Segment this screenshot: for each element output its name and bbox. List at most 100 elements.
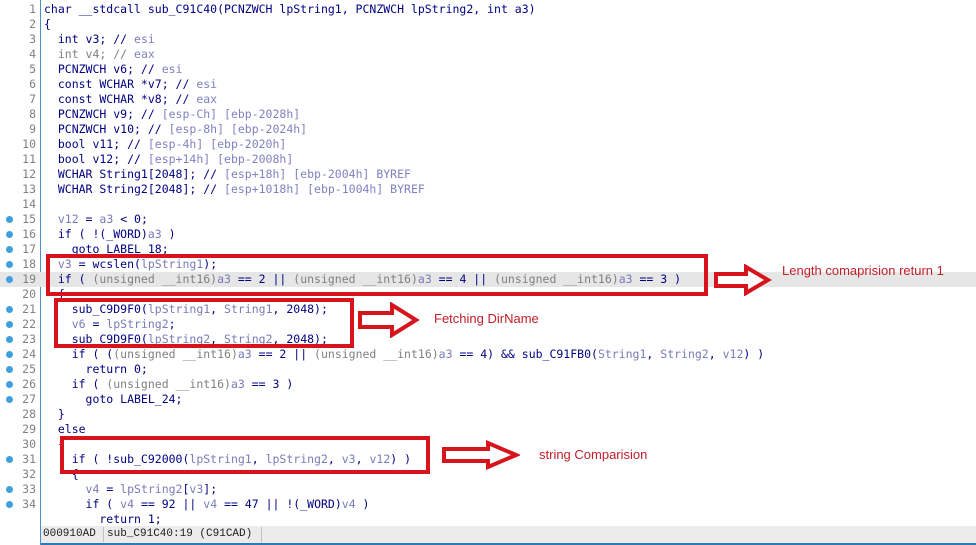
line-number: 31 [22, 452, 36, 466]
line-number: 3 [29, 32, 36, 46]
code-token: , [708, 347, 723, 361]
highlight-box-string-compare [60, 436, 430, 474]
code-token: if ( ( [44, 347, 114, 361]
line-number: 28 [22, 407, 36, 421]
line-number: 17 [22, 242, 36, 256]
code-line[interactable]: 6 const WCHAR *v7; // esi [0, 77, 976, 92]
code-token: a3 [230, 377, 245, 391]
code-token: [esp-Ch] [ebp-2028h] [161, 107, 301, 121]
code-line[interactable]: 3 int v3; // esi [0, 32, 976, 47]
line-number: 20 [22, 287, 36, 301]
code-line[interactable]: 4 int v4; // eax [0, 47, 976, 62]
code-token: lpString2 [120, 482, 183, 496]
line-number: 16 [22, 227, 36, 241]
line-number: 13 [22, 182, 36, 196]
code-line[interactable]: 25 return 0; [0, 362, 976, 377]
code-token: < 0; [113, 212, 148, 226]
line-number: 24 [22, 347, 36, 361]
code-line[interactable]: 29 else [0, 422, 976, 437]
code-token: if ( [44, 497, 121, 511]
code-token: PCNZWCH v9; // [44, 107, 162, 121]
code-token: return 1; [44, 512, 162, 526]
line-number: 23 [22, 332, 36, 346]
code-token: const WCHAR *v7; // [44, 77, 197, 91]
code-line[interactable]: return 1; [0, 512, 976, 527]
line-number: 7 [29, 92, 36, 106]
line-number: 6 [29, 77, 36, 91]
code-token: == 2 || [251, 347, 315, 361]
code-token: [esp-8h] [ebp-2024h] [168, 122, 308, 136]
code-line[interactable]: 28 } [0, 407, 976, 422]
code-line[interactable]: 1 char __stdcall sub_C91C40(PCNZWCH lpStr… [0, 2, 976, 17]
code-token: else [44, 422, 86, 436]
code-token: v4 [203, 497, 218, 511]
line-number: 12 [22, 167, 36, 181]
annotation-length-comparison: Length comaprision return 1 [782, 263, 944, 278]
code-token: { [44, 17, 51, 31]
code-token: (unsigned __int16) [113, 347, 238, 361]
code-token: eax [196, 92, 218, 106]
code-token: [esp-4h] [ebp-2020h] [147, 137, 287, 151]
highlight-box-length-check [46, 254, 708, 296]
line-number: 27 [22, 392, 36, 406]
code-line[interactable]: 11 bool v12; // [esp+14h] [ebp-2008h] [0, 152, 976, 167]
code-line[interactable]: 9 PCNZWCH v10; // [esp-8h] [ebp-2024h] [0, 122, 976, 137]
annotation-string-comparison: string Comparision [539, 447, 648, 462]
line-number: 2 [29, 17, 36, 31]
code-token: == 92 || [134, 497, 204, 511]
code-line[interactable]: 8 PCNZWCH v9; // [esp-Ch] [ebp-2028h] [0, 107, 976, 122]
code-token: (unsigned __int16) [314, 347, 439, 361]
code-text: if ( ((unsigned __int16)a3 == 2 || (unsi… [44, 347, 764, 362]
code-line[interactable]: 24 if ( ((unsigned __int16)a3 == 2 || (u… [0, 347, 976, 362]
code-token: ) [355, 497, 370, 511]
code-line[interactable]: 5 PCNZWCH v6; // esi [0, 62, 976, 77]
code-text: if ( !(_WORD)a3 ) [44, 227, 176, 242]
code-text: WCHAR String2[2048]; // [esp+1018h] [ebp… [44, 182, 425, 197]
highlight-box-dirname [54, 298, 354, 348]
code-token: a3 [237, 347, 252, 361]
code-token: v3 [189, 482, 204, 496]
code-line[interactable]: 15 v12 = a3 < 0; [0, 212, 976, 227]
code-line[interactable]: 26 if ( (unsigned __int16)a3 == 3 ) [0, 377, 976, 392]
code-line[interactable]: 27 goto LABEL_24; [0, 392, 976, 407]
status-address: 000910AD [43, 528, 96, 540]
code-line[interactable]: 33 v4 = lpString2[v3]; [0, 482, 976, 497]
code-token: goto LABEL_24; [44, 392, 183, 406]
code-token: ) ) [743, 347, 765, 361]
line-number: 1 [29, 2, 36, 16]
code-line[interactable]: 16 if ( !(_WORD)a3 ) [0, 227, 976, 242]
code-line[interactable]: 14 [0, 197, 976, 212]
code-token: v4 [341, 497, 356, 511]
code-token: if ( !(_WORD) [44, 227, 148, 241]
code-text: { [44, 17, 51, 32]
code-token: v4 [44, 482, 100, 496]
code-token: eax [134, 47, 155, 61]
code-line[interactable]: 12 WCHAR String1[2048]; // [esp+18h] [eb… [0, 167, 976, 182]
code-line[interactable]: 7 const WCHAR *v8; // eax [0, 92, 976, 107]
line-number: 8 [29, 107, 36, 121]
line-number: 18 [22, 257, 36, 271]
code-token: == 3 ) [244, 377, 294, 391]
code-text: bool v11; // [esp-4h] [ebp-2020h] [44, 137, 287, 152]
line-number: 22 [22, 317, 36, 331]
code-text: goto LABEL_24; [44, 392, 183, 407]
code-token: int v3; // [44, 32, 135, 46]
arrow-right-icon [442, 440, 520, 470]
code-token: [esp+14h] [ebp-2008h] [147, 152, 294, 166]
line-number: 26 [22, 377, 36, 391]
code-line[interactable]: 34 if ( v4 == 92 || v4 == 47 || !(_WORD)… [0, 497, 976, 512]
code-line[interactable]: 2{ [0, 17, 976, 32]
code-token: int v4; // [44, 47, 135, 61]
code-token: return 0; [44, 362, 148, 376]
code-token: a3 [438, 347, 453, 361]
code-text: PCNZWCH v9; // [esp-Ch] [ebp-2028h] [44, 107, 300, 122]
code-text: const WCHAR *v8; // eax [44, 92, 217, 107]
status-separator [261, 527, 262, 542]
code-text: PCNZWCH v6; // esi [44, 62, 183, 77]
line-number: 10 [22, 137, 36, 151]
code-token: WCHAR String2[2048]; // [44, 182, 225, 196]
arrow-right-icon [358, 302, 420, 338]
code-line[interactable]: 10 bool v11; // [esp-4h] [ebp-2020h] [0, 137, 976, 152]
code-text: return 0; [44, 362, 148, 377]
code-line[interactable]: 13 WCHAR String2[2048]; // [esp+1018h] [… [0, 182, 976, 197]
